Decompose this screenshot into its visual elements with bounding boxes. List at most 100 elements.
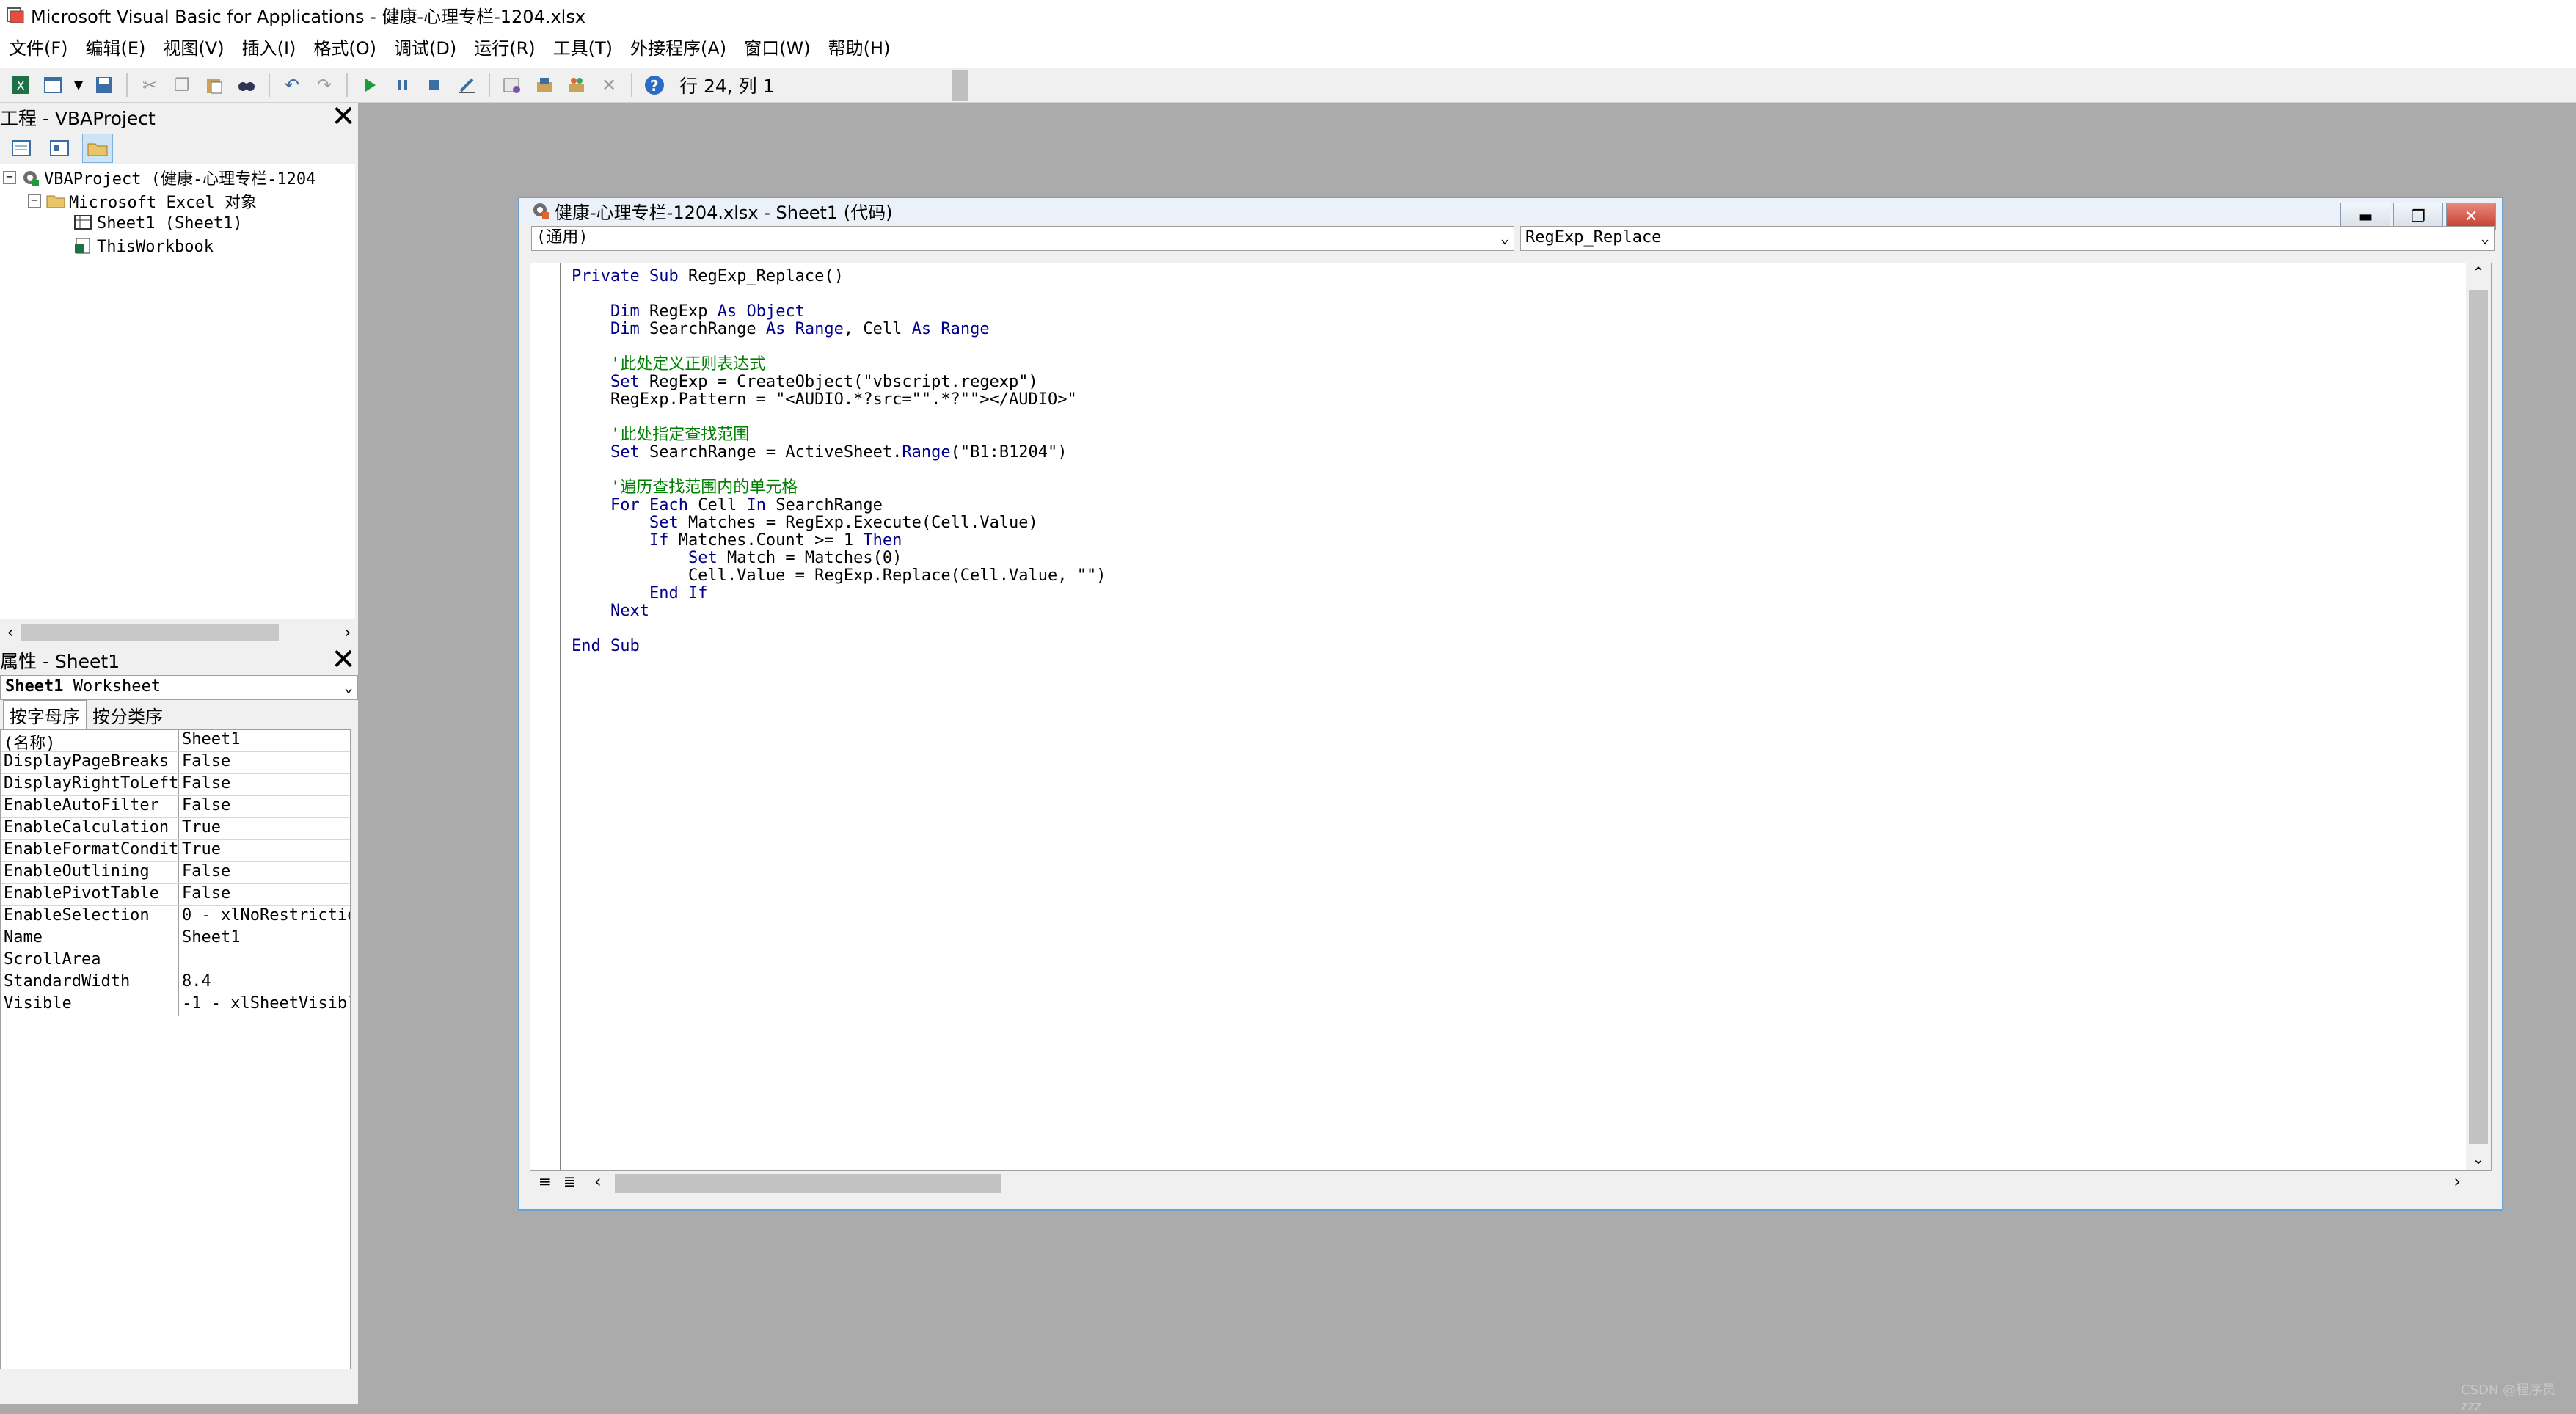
object-combo[interactable]: (通用) ⌄ <box>531 226 1514 251</box>
property-value[interactable]: True <box>179 818 350 839</box>
project-pane-title-text: 工程 - VBAProject <box>0 108 156 129</box>
properties-object-select[interactable]: Sheet1 Worksheet ⌄ <box>0 675 358 700</box>
scroll-down-icon[interactable]: ⌄ <box>2466 1150 2491 1167</box>
find-icon[interactable] <box>233 72 260 98</box>
tab-categorized[interactable]: 按分类序 <box>87 701 169 729</box>
scroll-right-icon[interactable]: › <box>337 624 358 642</box>
project-tree-hscroll[interactable]: ‹ › <box>0 619 358 646</box>
property-row[interactable]: ScrollArea <box>1 950 350 972</box>
scroll-left-icon[interactable]: ‹ <box>0 624 21 642</box>
property-value[interactable]: Sheet1 <box>179 730 350 751</box>
menu-view[interactable]: 视图(V) <box>154 32 233 65</box>
toolbar-overflow-handle[interactable] <box>952 70 968 101</box>
code-hscroll[interactable]: ≡ ≣ ‹ › <box>530 1171 2490 1196</box>
property-row[interactable]: EnableFormatCondit True <box>1 840 350 862</box>
redo-icon[interactable]: ↷ <box>311 72 337 98</box>
menu-help[interactable]: 帮助(H) <box>820 32 900 65</box>
view-code-icon[interactable] <box>6 134 37 163</box>
design-mode-icon[interactable] <box>453 72 480 98</box>
project-pane-close-icon[interactable]: ✕ <box>329 102 358 132</box>
toggle-folders-icon[interactable] <box>82 134 113 163</box>
menu-window[interactable]: 窗口(W) <box>735 32 819 65</box>
collapse-icon[interactable]: − <box>28 194 41 208</box>
code-margin[interactable] <box>530 263 561 1170</box>
dropdown-arrow-icon[interactable]: ▼ <box>72 72 85 98</box>
object-browser-icon[interactable] <box>563 72 590 98</box>
property-row[interactable]: Name Sheet1 <box>1 928 350 950</box>
property-value[interactable]: False <box>179 752 350 773</box>
paste-icon[interactable] <box>201 72 227 98</box>
properties-tabs: 按字母序 按分类序 <box>0 700 358 729</box>
code-line: Set RegExp = CreateObject("vbscript.rege… <box>610 373 1038 391</box>
full-module-view-icon[interactable]: ≣ <box>563 1173 576 1190</box>
property-value[interactable]: 8.4 <box>179 972 350 994</box>
menu-debug[interactable]: 调试(D) <box>385 32 465 65</box>
scrollbar-thumb[interactable] <box>2469 290 2488 1144</box>
property-row[interactable]: StandardWidth 8.4 <box>1 972 350 994</box>
property-row[interactable]: DisplayPageBreaks False <box>1 752 350 774</box>
property-row[interactable]: EnableAutoFilter False <box>1 796 350 818</box>
menu-file[interactable]: 文件(F) <box>0 32 77 65</box>
scroll-right-icon[interactable]: › <box>2453 1171 2461 1192</box>
run-icon[interactable] <box>357 72 383 98</box>
undo-icon[interactable]: ↶ <box>279 72 305 98</box>
help-icon[interactable]: ? <box>641 72 668 98</box>
toolbar-separator <box>489 73 490 97</box>
procedure-combo[interactable]: RegExp_Replace ⌄ <box>1520 226 2495 251</box>
property-name: ScrollArea <box>1 950 179 972</box>
project-explorer-icon[interactable] <box>499 72 525 98</box>
code-line: Next <box>610 602 649 620</box>
copy-icon[interactable]: ❐ <box>169 72 195 98</box>
property-value[interactable]: True <box>179 840 350 861</box>
collapse-icon[interactable]: − <box>3 171 16 184</box>
properties-pane-close-icon[interactable]: ✕ <box>329 645 358 675</box>
tree-node-sheet1[interactable]: Sheet1 (Sheet1) <box>73 211 243 235</box>
scroll-up-icon[interactable]: ⌃ <box>2466 263 2491 281</box>
property-name: EnableAutoFilter <box>1 796 179 817</box>
property-row[interactable]: (名称) Sheet1 <box>1 730 350 752</box>
scroll-left-icon[interactable]: ‹ <box>594 1171 602 1192</box>
property-value[interactable]: Sheet1 <box>179 928 350 950</box>
cut-icon[interactable]: ✂ <box>136 72 163 98</box>
property-value[interactable]: False <box>179 774 350 795</box>
code-text[interactable]: Private Sub RegExp_Replace() Dim RegExp … <box>572 268 1106 655</box>
property-value[interactable]: False <box>179 862 350 883</box>
properties-grid: (名称) Sheet1 DisplayPageBreaks False DisplayR… <box>0 729 351 1369</box>
property-value[interactable]: False <box>179 796 350 817</box>
property-row[interactable]: Visible -1 - xlSheetVisibl <box>1 994 350 1016</box>
tree-node-excel-objects[interactable]: − Microsoft Excel 对象 <box>28 189 257 213</box>
code-vscroll[interactable]: ⌃ ⌄ <box>2466 263 2491 1170</box>
menu-run[interactable]: 运行(R) <box>465 32 544 65</box>
menu-tools[interactable]: 工具(T) <box>544 32 621 65</box>
reset-icon[interactable] <box>421 72 448 98</box>
menu-format[interactable]: 格式(O) <box>304 32 385 65</box>
procedure-view-icon[interactable]: ≡ <box>539 1173 551 1190</box>
code-editor[interactable]: Private Sub RegExp_Replace() Dim RegExp … <box>530 263 2492 1171</box>
property-value[interactable]: False <box>179 884 350 905</box>
scrollbar-thumb[interactable] <box>615 1174 1001 1193</box>
property-row[interactable]: EnableSelection 0 - xlNoRestrictio <box>1 906 350 928</box>
properties-icon[interactable] <box>531 72 558 98</box>
scrollbar-thumb[interactable] <box>21 624 279 641</box>
code-line: Private Sub RegExp_Replace() <box>572 267 844 285</box>
insert-userform-icon[interactable] <box>40 72 66 98</box>
tree-node-thisworkbook[interactable]: ThisWorkbook <box>73 235 214 258</box>
menu-insert[interactable]: 插入(I) <box>233 32 305 65</box>
property-row[interactable]: EnablePivotTable False <box>1 884 350 906</box>
break-icon[interactable] <box>389 72 415 98</box>
menu-addins[interactable]: 外接程序(A) <box>621 32 735 65</box>
property-value[interactable] <box>179 950 350 972</box>
tab-alphabetic[interactable]: 按字母序 <box>3 700 87 729</box>
toolbox-icon[interactable]: ✕ <box>596 72 622 98</box>
view-object-icon[interactable] <box>44 134 75 163</box>
property-value[interactable]: 0 - xlNoRestrictio <box>179 906 350 928</box>
property-row[interactable]: DisplayRightToLeft False <box>1 774 350 796</box>
tree-node-label: Sheet1 (Sheet1) <box>97 214 243 233</box>
property-row[interactable]: EnableCalculation True <box>1 818 350 840</box>
property-row[interactable]: EnableOutlining False <box>1 862 350 884</box>
menu-edit[interactable]: 编辑(E) <box>77 32 155 65</box>
property-value[interactable]: -1 - xlSheetVisibl <box>179 994 350 1016</box>
tree-node-vbaproject[interactable]: − VBAProject (健康-心理专栏-1204 <box>3 166 315 189</box>
save-icon[interactable] <box>91 72 117 98</box>
excel-icon[interactable]: X <box>7 72 34 98</box>
